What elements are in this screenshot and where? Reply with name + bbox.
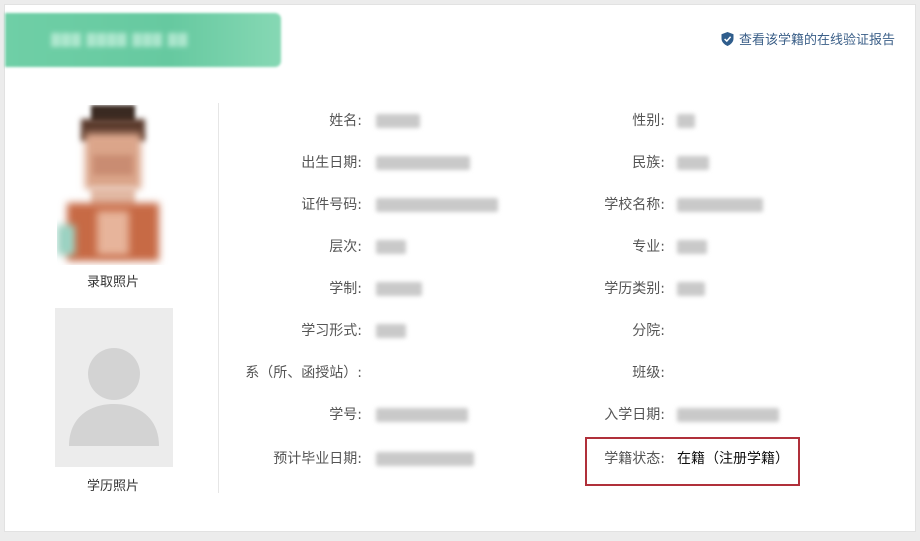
verify-report-link[interactable]: 查看该学籍的在线验证报告 (721, 29, 895, 48)
field-major: 专业: (5, 236, 920, 258)
field-label: 性别: (632, 113, 665, 129)
field-ethnicity: 民族: (5, 152, 920, 174)
field-branch: 分院: (5, 320, 920, 342)
education-photo-label: 学历照片 (86, 479, 139, 494)
redacted-value (677, 198, 763, 212)
field-label: 分院: (632, 323, 665, 339)
header-banner: ▓▓▓ ▓▓▓▓ ▓▓▓ ▓▓ (5, 13, 281, 67)
redacted-value (677, 156, 709, 170)
field-school-name: 学校名称: (5, 194, 920, 216)
verify-report-text[interactable]: 查看该学籍的在线验证报告 (739, 29, 895, 48)
field-education-type: 学历类别: (5, 278, 920, 300)
field-label: 民族: (632, 155, 665, 171)
field-enrollment-date: 入学日期: (5, 404, 920, 426)
redacted-value (677, 114, 695, 128)
field-label: 学历类别: (604, 281, 665, 297)
field-label: 学籍状态: (604, 451, 665, 467)
field-label: 学校名称: (604, 197, 665, 213)
field-label: 班级: (632, 365, 665, 381)
field-gender: 性别: (5, 110, 920, 132)
redacted-value (677, 408, 779, 422)
shield-check-icon (721, 31, 734, 46)
field-label: 专业: (632, 239, 665, 255)
field-class: 班级: (5, 362, 920, 384)
redacted-value (677, 282, 705, 296)
banner-obscured-text: ▓▓▓ ▓▓▓▓ ▓▓▓ ▓▓ (51, 33, 189, 47)
field-enrollment-status: 学籍状态: 在籍（注册学籍） (5, 448, 920, 470)
redacted-value (677, 240, 707, 254)
student-record-card: ▓▓▓ ▓▓▓▓ ▓▓▓ ▓▓ 查看该学籍的在线验证报告 录取照片 学历照片 姓… (4, 4, 916, 532)
enrollment-status-value: 在籍（注册学籍） (677, 451, 789, 467)
field-label: 入学日期: (604, 407, 665, 423)
